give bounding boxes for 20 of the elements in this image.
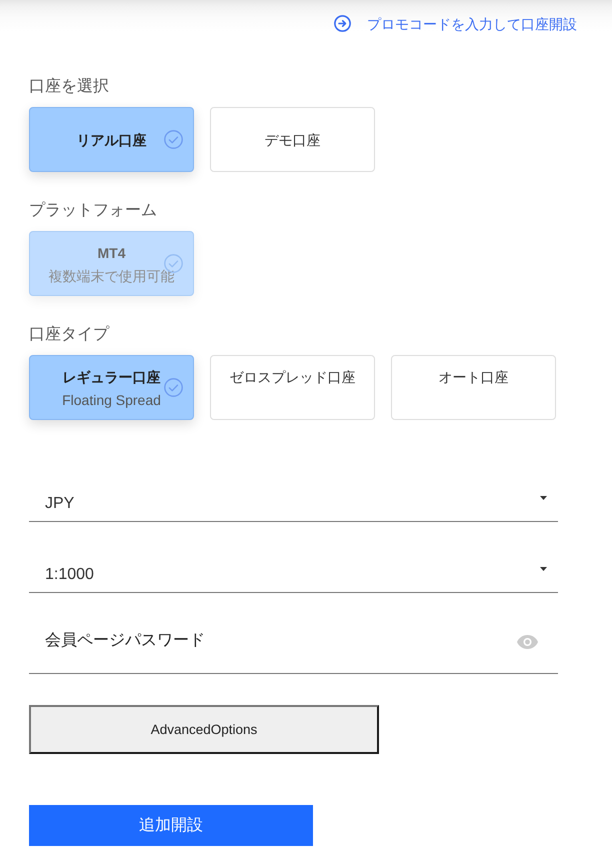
option-card: MT4 複数端末で使用可能 <box>29 231 194 296</box>
eye-icon[interactable] <box>517 635 538 649</box>
section-heading: プラットフォーム <box>29 200 157 221</box>
promo-code-link[interactable]: プロモコードを入力して口座開設 <box>334 15 577 32</box>
caret-down-icon <box>540 567 547 571</box>
arrow-circle-icon <box>334 15 351 32</box>
option-card[interactable]: レギュラー口座 Floating Spread <box>29 355 194 420</box>
dropdown-field[interactable]: JPY <box>29 480 558 522</box>
check-circle-icon <box>164 130 183 149</box>
section-heading: 口座タイプ <box>29 324 109 345</box>
caret-down-icon <box>540 496 547 500</box>
option-card[interactable]: ゼロスプレッド口座 <box>210 355 375 420</box>
dropdown-field[interactable]: 1:1000 <box>29 551 558 593</box>
submit-button[interactable]: 追加開設 <box>29 805 313 846</box>
option-card[interactable]: リアル口座 <box>29 107 194 172</box>
option-card[interactable]: オート口座 <box>391 355 556 420</box>
option-card[interactable]: デモ口座 <box>210 107 375 172</box>
section-heading: 口座を選択 <box>29 76 109 97</box>
check-circle-icon <box>164 378 183 397</box>
advanced-options-button[interactable]: AdvancedOptions <box>29 705 379 754</box>
